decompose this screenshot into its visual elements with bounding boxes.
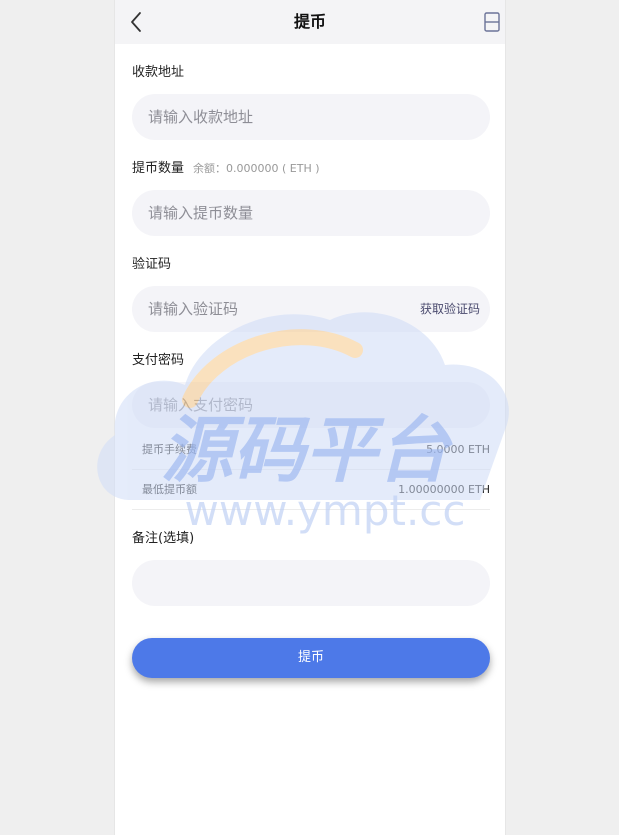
password-input[interactable]: [148, 382, 408, 428]
amount-input-box: [132, 190, 490, 236]
remark-input[interactable]: [148, 560, 408, 606]
amount-label: 提币数量: [132, 161, 185, 176]
code-input-box: 获取验证码: [132, 286, 490, 332]
address-input[interactable]: [148, 94, 408, 140]
fee-row: 提币手续费 5.0000 ETH: [132, 430, 490, 470]
password-label: 支付密码: [132, 353, 185, 368]
address-input-box: [132, 94, 490, 140]
get-code-button[interactable]: 获取验证码: [420, 286, 480, 332]
min-amount-label: 最低提币额: [142, 483, 197, 496]
amount-label-row: 提币数量 余额：0.000000 ( ETH ): [132, 157, 320, 176]
header-bar: 提币: [115, 0, 505, 44]
menu-button[interactable]: [483, 11, 501, 33]
submit-button[interactable]: 提币: [132, 638, 490, 678]
fee-label: 提币手续费: [142, 443, 197, 456]
amount-input[interactable]: [148, 190, 408, 236]
address-label: 收款地址: [132, 65, 185, 80]
min-amount-value: 1.00000000 ETH: [398, 483, 490, 496]
page-title: 提币: [293, 12, 326, 31]
code-label: 验证码: [132, 257, 172, 272]
menu-icon: [484, 12, 500, 32]
balance-text: 余额：0.000000 ( ETH ): [193, 162, 320, 175]
password-input-box: [132, 382, 490, 428]
fee-value: 5.0000 ETH: [426, 443, 490, 456]
remark-input-box: [132, 560, 490, 606]
code-input[interactable]: [148, 286, 408, 332]
remark-label: 备注(选填): [132, 531, 195, 546]
min-amount-row: 最低提币额 1.00000000 ETH: [132, 470, 490, 510]
phone-screen: 提币 收款地址 提币数量余额：0.000000 ( ETH ) 验证码 获取验证…: [114, 0, 506, 835]
